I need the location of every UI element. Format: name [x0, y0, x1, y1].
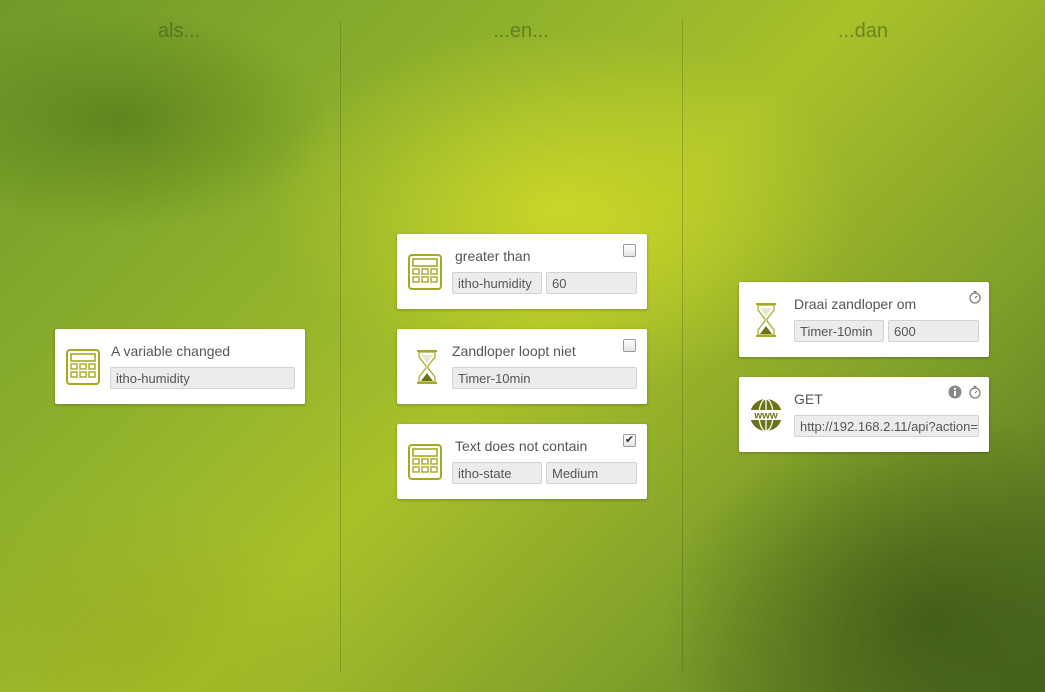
trigger-title: A variable changed [111, 343, 231, 359]
condition-title: greater than [455, 248, 531, 264]
hourglass-icon [417, 350, 437, 384]
condition-variable-field[interactable]: itho-state [452, 462, 542, 484]
condition-value-field[interactable]: Medium [546, 462, 637, 484]
action-seconds-field[interactable]: 600 [888, 320, 979, 342]
action-url-field[interactable]: http://192.168.2.11/api?action= [794, 415, 979, 437]
calculator-icon [66, 349, 100, 385]
trigger-card[interactable]: A variable changed itho-humidity [55, 329, 305, 404]
calculator-icon [408, 444, 442, 480]
trigger-variable-field[interactable]: itho-humidity [110, 367, 295, 389]
www-globe-icon: www [748, 398, 784, 432]
hourglass-icon [756, 303, 776, 337]
stopwatch-icon[interactable] [968, 290, 982, 304]
column-title-if: als... [157, 20, 201, 42]
action-card-http-get[interactable]: www GET http://192.168.2.11/api?action= [739, 377, 989, 452]
condition-card-text-not-contain[interactable]: Text does not contain ✔ itho-state Mediu… [397, 424, 647, 499]
action-title: Draai zandloper om [794, 296, 917, 312]
column-divider-right [682, 20, 683, 672]
condition-value-field[interactable]: 60 [546, 272, 637, 294]
action-timer-field[interactable]: Timer-10min [794, 320, 884, 342]
invert-checkbox[interactable] [623, 339, 636, 352]
column-title-then: ...dan [837, 20, 889, 42]
condition-card-timer-not-running[interactable]: Zandloper loopt niet Timer-10min [397, 329, 647, 404]
action-card-flip-hourglass[interactable]: Draai zandloper om Timer-10min 600 [739, 282, 989, 357]
www-label: www [753, 411, 778, 422]
column-divider-left [340, 20, 341, 672]
condition-timer-field[interactable]: Timer-10min [452, 367, 637, 389]
action-title: GET [794, 391, 823, 407]
stopwatch-icon[interactable] [968, 385, 982, 399]
invert-checkbox[interactable] [623, 244, 636, 257]
condition-variable-field[interactable]: itho-humidity [452, 272, 542, 294]
calculator-icon [408, 254, 442, 290]
condition-card-greater-than[interactable]: greater than itho-humidity 60 [397, 234, 647, 309]
condition-title: Text does not contain [455, 438, 588, 454]
condition-title: Zandloper loopt niet [452, 343, 576, 359]
info-icon[interactable] [948, 385, 962, 399]
column-title-and: ...en... [493, 20, 549, 42]
invert-checkbox[interactable]: ✔ [623, 434, 636, 447]
